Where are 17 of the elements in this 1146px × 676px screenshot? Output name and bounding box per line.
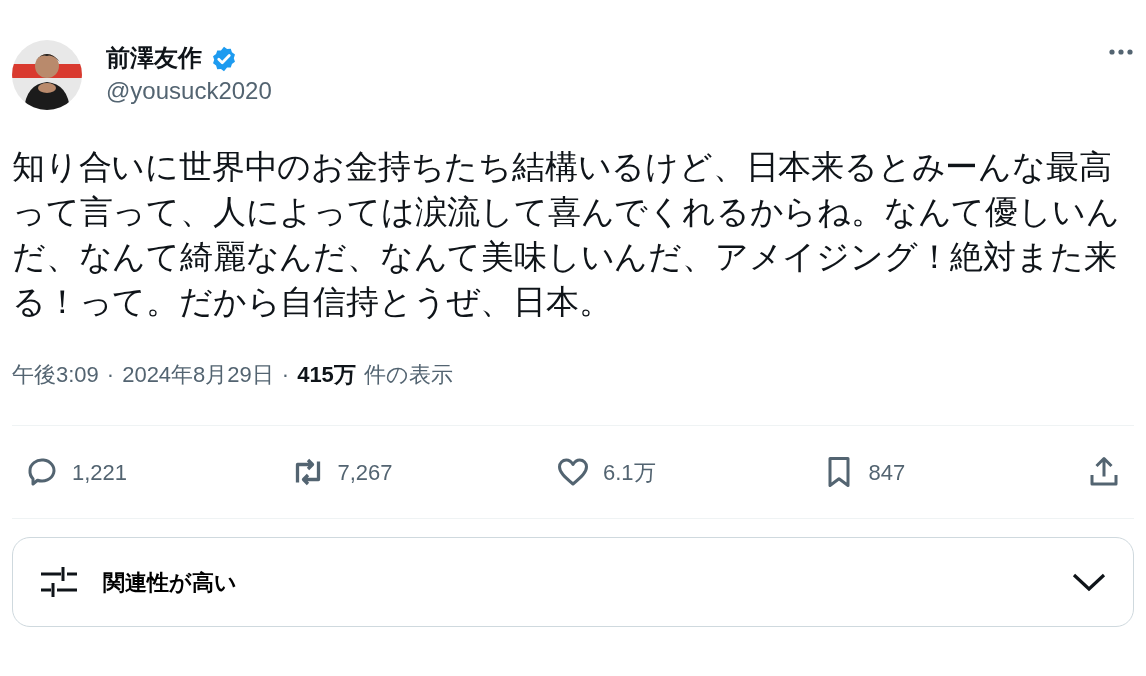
separator-dot: ·: [106, 361, 115, 389]
views-label: 件の表示: [363, 361, 453, 389]
more-icon[interactable]: [1108, 48, 1134, 56]
action-count: 7,267: [337, 458, 393, 487]
author-name: 前澤友作: [106, 44, 202, 73]
tweet-text: 知り合いに世界中のお金持ちたち結構いるけど、日本来るとみーんな最高って言って、人によっては涙流して喜んでくれるからね。なんて優しいんだ、なんて綺麗なんだ、なんて美味しいんだ、アメイジング！絶対また来る！って。だから自信持とうぜ、日本。: [12, 147, 1121, 322]
post-date[interactable]: 2024年8月29日: [122, 358, 274, 391]
author-handle[interactable]: @yousuck2020: [106, 77, 272, 106]
action-count: 1,221: [72, 458, 128, 487]
sliders-icon: [39, 564, 79, 600]
separator-dot: ·: [281, 361, 290, 389]
post-time[interactable]: 午後3:09: [12, 358, 99, 391]
action-count: 847: [868, 458, 906, 487]
chevron-down-icon: [1071, 572, 1107, 592]
action-count: 6.1万: [603, 458, 656, 487]
view-count: 415万: [297, 361, 356, 389]
sort-dropdown[interactable]: 関連性が高い: [12, 537, 1134, 627]
